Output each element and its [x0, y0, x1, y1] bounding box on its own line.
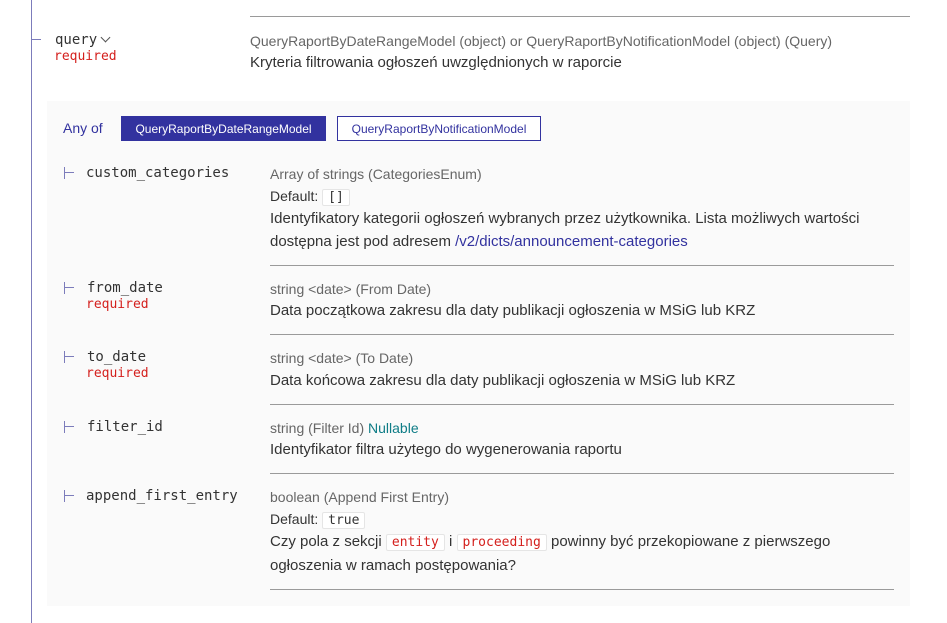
field-description: Data końcowa zakresu dla daty publikacji…	[270, 372, 736, 389]
field-description: Czy pola z sekcji entity i proceeding po…	[270, 530, 880, 577]
chevron-down-icon[interactable]	[100, 32, 111, 43]
field-description: Identyfikatory kategorii ogłoszeń wybran…	[270, 207, 890, 253]
field-type: string <date> (From Date)	[270, 281, 432, 297]
field-type: string <date> (To Date)	[270, 350, 414, 366]
field-append-first-entry: append_first_entry	[86, 488, 238, 504]
param-description: Kryteria filtrowania ogłoszeń uwzględnio…	[250, 54, 622, 71]
default-value: true	[322, 512, 366, 529]
field-filter-id: filter_id	[87, 419, 163, 435]
param-type: QueryRaportByDateRangeModel (object) or …	[250, 33, 833, 49]
field-to-date: to_date	[87, 349, 147, 365]
categories-link[interactable]: /v2/dicts/announcement-categories	[455, 233, 688, 250]
tab-notification-model[interactable]: QueryRaportByNotificationModel	[337, 116, 541, 141]
tree-branch	[64, 282, 75, 294]
nullable-badge: Nullable	[368, 420, 419, 436]
divider	[270, 589, 894, 590]
param-query-label: query	[55, 32, 98, 48]
divider	[270, 404, 894, 405]
description-text: Czy pola z sekcji	[270, 533, 382, 550]
field-from-date: from_date	[87, 280, 163, 296]
divider	[250, 16, 910, 17]
default-value: []	[322, 189, 350, 206]
tree-line	[31, 0, 32, 623]
divider	[270, 265, 894, 266]
tree-branch	[64, 167, 75, 179]
code-proceeding: proceeding	[456, 534, 547, 551]
required-badge: required	[86, 366, 149, 381]
field-description: Data początkowa zakresu dla daty publika…	[270, 302, 756, 319]
default-label: Default:	[270, 511, 319, 527]
default-row: Default: true	[270, 508, 366, 532]
description-text: i	[449, 533, 453, 550]
field-type: string (Filter Id)	[270, 420, 365, 436]
field-type: boolean (Append First Entry)	[270, 489, 449, 505]
divider	[270, 473, 894, 474]
tree-branch	[31, 34, 42, 46]
code-entity: entity	[385, 534, 445, 551]
divider	[270, 334, 894, 335]
tree-branch	[64, 490, 75, 502]
field-description: Identyfikator filtra użytego do wygenero…	[270, 441, 622, 458]
field-type: Array of strings (CategoriesEnum)	[270, 166, 482, 182]
default-row: Default: []	[270, 185, 350, 209]
tree-branch	[64, 421, 75, 433]
field-type-row: string (Filter Id) Nullable	[270, 420, 419, 436]
tab-date-range-model[interactable]: QueryRaportByDateRangeModel	[121, 116, 326, 141]
required-badge: required	[86, 297, 149, 312]
field-custom-categories: custom_categories	[86, 165, 230, 181]
default-label: Default:	[270, 188, 319, 204]
tree-branch	[64, 351, 75, 363]
param-query[interactable]: query	[55, 32, 111, 48]
anyof-label: Any of	[63, 120, 103, 136]
required-badge: required	[54, 49, 117, 64]
